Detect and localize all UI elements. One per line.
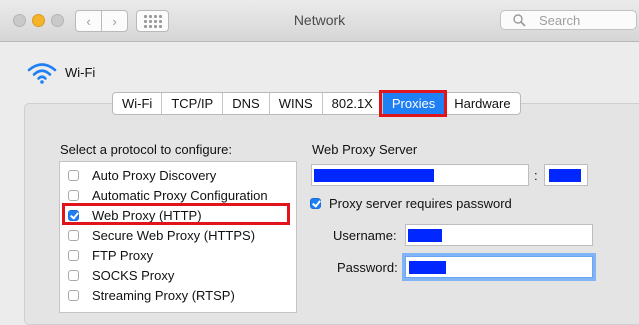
list-item[interactable]: Streaming Proxy (RTSP): [60, 285, 296, 305]
requires-password-option[interactable]: Proxy server requires password: [310, 196, 512, 211]
list-item-label: Streaming Proxy (RTSP): [92, 287, 235, 303]
username-field[interactable]: [405, 224, 593, 246]
title-bar: ‹ › Network Search: [0, 0, 639, 42]
highlight-box: [62, 203, 290, 225]
list-item[interactable]: SOCKS Proxy: [60, 265, 296, 285]
tab-tcpip[interactable]: TCP/IP: [161, 93, 222, 114]
redacted-value: [549, 169, 581, 182]
search-icon: [513, 14, 526, 27]
search-placeholder: Search: [539, 12, 581, 28]
web-proxy-server-heading: Web Proxy Server: [312, 142, 418, 157]
secure-web-proxy-checkbox[interactable]: [68, 229, 79, 241]
list-item[interactable]: FTP Proxy: [60, 245, 296, 265]
list-item[interactable]: Auto Proxy Discovery: [60, 165, 296, 185]
list-item-label: FTP Proxy: [92, 247, 154, 263]
ftp-proxy-checkbox[interactable]: [68, 249, 79, 261]
tab-bar: Wi-Fi TCP/IP DNS WINS 802.1X Proxies Har…: [112, 90, 521, 117]
list-item[interactable]: Secure Web Proxy (HTTPS): [60, 225, 296, 245]
list-item-label: Automatic Proxy Configuration: [92, 187, 268, 203]
tab-wins[interactable]: WINS: [268, 93, 322, 114]
requires-password-checkbox[interactable]: [310, 198, 321, 209]
password-field[interactable]: [405, 256, 593, 278]
redacted-value: [314, 169, 434, 182]
proxy-server-address-field[interactable]: [311, 164, 529, 186]
wifi-header: [27, 62, 57, 84]
search-field[interactable]: Search: [500, 10, 637, 30]
tab-hardware[interactable]: Hardware: [444, 93, 519, 114]
protocol-heading: Select a protocol to configure:: [60, 142, 232, 157]
network-name: Wi-Fi: [65, 65, 96, 80]
requires-password-label: Proxy server requires password: [329, 196, 512, 211]
auto-proxy-discovery-checkbox[interactable]: [68, 169, 79, 181]
tab-8021x[interactable]: 802.1X: [321, 93, 382, 114]
wifi-icon: [27, 63, 57, 84]
list-item-label: Secure Web Proxy (HTTPS): [92, 227, 256, 243]
redacted-value: [409, 261, 446, 274]
tab-dns[interactable]: DNS: [222, 93, 268, 114]
tab-wifi[interactable]: Wi-Fi: [113, 93, 161, 114]
list-item-label: SOCKS Proxy: [92, 267, 175, 283]
username-label: Username:: [333, 228, 397, 243]
password-label: Password:: [337, 260, 398, 275]
protocol-list: Auto Proxy Discovery Automatic Proxy Con…: [59, 161, 297, 313]
tab-proxies[interactable]: Proxies: [378, 90, 448, 117]
socks-proxy-checkbox[interactable]: [68, 269, 79, 281]
port-separator: :: [534, 168, 538, 183]
streaming-proxy-checkbox[interactable]: [68, 289, 79, 301]
redacted-value: [408, 229, 442, 242]
list-item[interactable]: Automatic Proxy Configuration: [60, 185, 296, 205]
automatic-proxy-configuration-checkbox[interactable]: [68, 189, 79, 201]
proxy-port-field[interactable]: [544, 164, 588, 186]
list-item-label: Auto Proxy Discovery: [92, 167, 217, 183]
